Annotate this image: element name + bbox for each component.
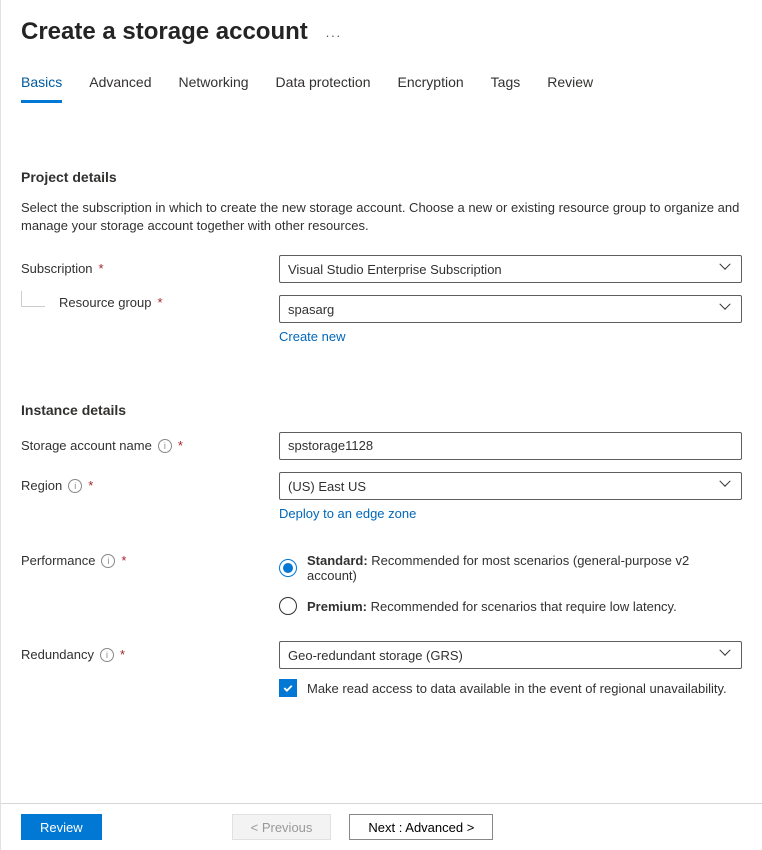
previous-button: < Previous xyxy=(232,814,332,840)
info-icon[interactable]: i xyxy=(100,648,114,662)
region-value: (US) East US xyxy=(288,479,366,494)
read-access-label: Make read access to data available in th… xyxy=(307,681,727,696)
info-icon[interactable]: i xyxy=(68,479,82,493)
tab-data-protection[interactable]: Data protection xyxy=(276,74,371,103)
more-dots-icon[interactable]: ··· xyxy=(325,28,341,43)
radio-standard[interactable]: Standard: Recommended for most scenarios… xyxy=(279,553,742,583)
resource-group-select[interactable]: spasarg xyxy=(279,295,742,323)
tab-encryption[interactable]: Encryption xyxy=(398,74,464,103)
subscription-value: Visual Studio Enterprise Subscription xyxy=(288,262,502,277)
row-resource-group: Resource group* spasarg Create new xyxy=(21,295,742,344)
performance-radio-group: Standard: Recommended for most scenarios… xyxy=(279,547,742,615)
edge-zone-link[interactable]: Deploy to an edge zone xyxy=(279,506,416,521)
label-storage-name: Storage account name i * xyxy=(21,432,279,453)
section-project-title: Project details xyxy=(21,169,742,185)
next-button[interactable]: Next : Advanced > xyxy=(349,814,493,840)
checkbox-icon xyxy=(279,679,297,697)
label-performance: Performance i * xyxy=(21,547,279,568)
section-instance-title: Instance details xyxy=(21,402,742,418)
read-access-row[interactable]: Make read access to data available in th… xyxy=(279,679,742,697)
tab-advanced[interactable]: Advanced xyxy=(89,74,151,103)
tab-tags[interactable]: Tags xyxy=(491,74,521,103)
page-title: Create a storage account xyxy=(21,18,308,46)
info-icon[interactable]: i xyxy=(158,439,172,453)
indent-line-icon xyxy=(21,291,45,307)
chevron-down-icon xyxy=(721,649,733,661)
tab-basics[interactable]: Basics xyxy=(21,74,62,103)
redundancy-value: Geo-redundant storage (GRS) xyxy=(288,648,463,663)
radio-icon xyxy=(279,597,297,615)
form-content: Project details Select the subscription … xyxy=(1,103,762,769)
radio-premium[interactable]: Premium: Recommended for scenarios that … xyxy=(279,597,742,615)
row-redundancy: Redundancy i * Geo-redundant storage (GR… xyxy=(21,641,742,697)
resource-group-value: spasarg xyxy=(288,302,334,317)
chevron-down-icon xyxy=(721,303,733,315)
tabs: Basics Advanced Networking Data protecti… xyxy=(1,50,762,103)
row-storage-name: Storage account name i * spstorage1128 xyxy=(21,432,742,460)
chevron-down-icon xyxy=(721,480,733,492)
row-performance: Performance i * Standard: Recommended fo… xyxy=(21,547,742,615)
section-project-desc: Select the subscription in which to crea… xyxy=(21,199,742,235)
row-subscription: Subscription* Visual Studio Enterprise S… xyxy=(21,255,742,283)
label-subscription: Subscription* xyxy=(21,255,279,276)
row-region: Region i * (US) East US Deploy to an edg… xyxy=(21,472,742,521)
info-icon[interactable]: i xyxy=(101,554,115,568)
create-new-link[interactable]: Create new xyxy=(279,329,345,344)
subscription-select[interactable]: Visual Studio Enterprise Subscription xyxy=(279,255,742,283)
chevron-down-icon xyxy=(721,263,733,275)
radio-icon xyxy=(279,559,297,577)
storage-name-input[interactable]: spstorage1128 xyxy=(279,432,742,460)
label-region: Region i * xyxy=(21,472,279,493)
review-button[interactable]: Review xyxy=(21,814,102,840)
region-select[interactable]: (US) East US xyxy=(279,472,742,500)
tab-review[interactable]: Review xyxy=(547,74,593,103)
redundancy-select[interactable]: Geo-redundant storage (GRS) xyxy=(279,641,742,669)
tab-networking[interactable]: Networking xyxy=(179,74,249,103)
footer: Review < Previous Next : Advanced > xyxy=(1,803,762,850)
label-resource-group: Resource group* xyxy=(21,295,279,310)
header: Create a storage account ··· xyxy=(1,0,762,50)
label-redundancy: Redundancy i * xyxy=(21,641,279,662)
